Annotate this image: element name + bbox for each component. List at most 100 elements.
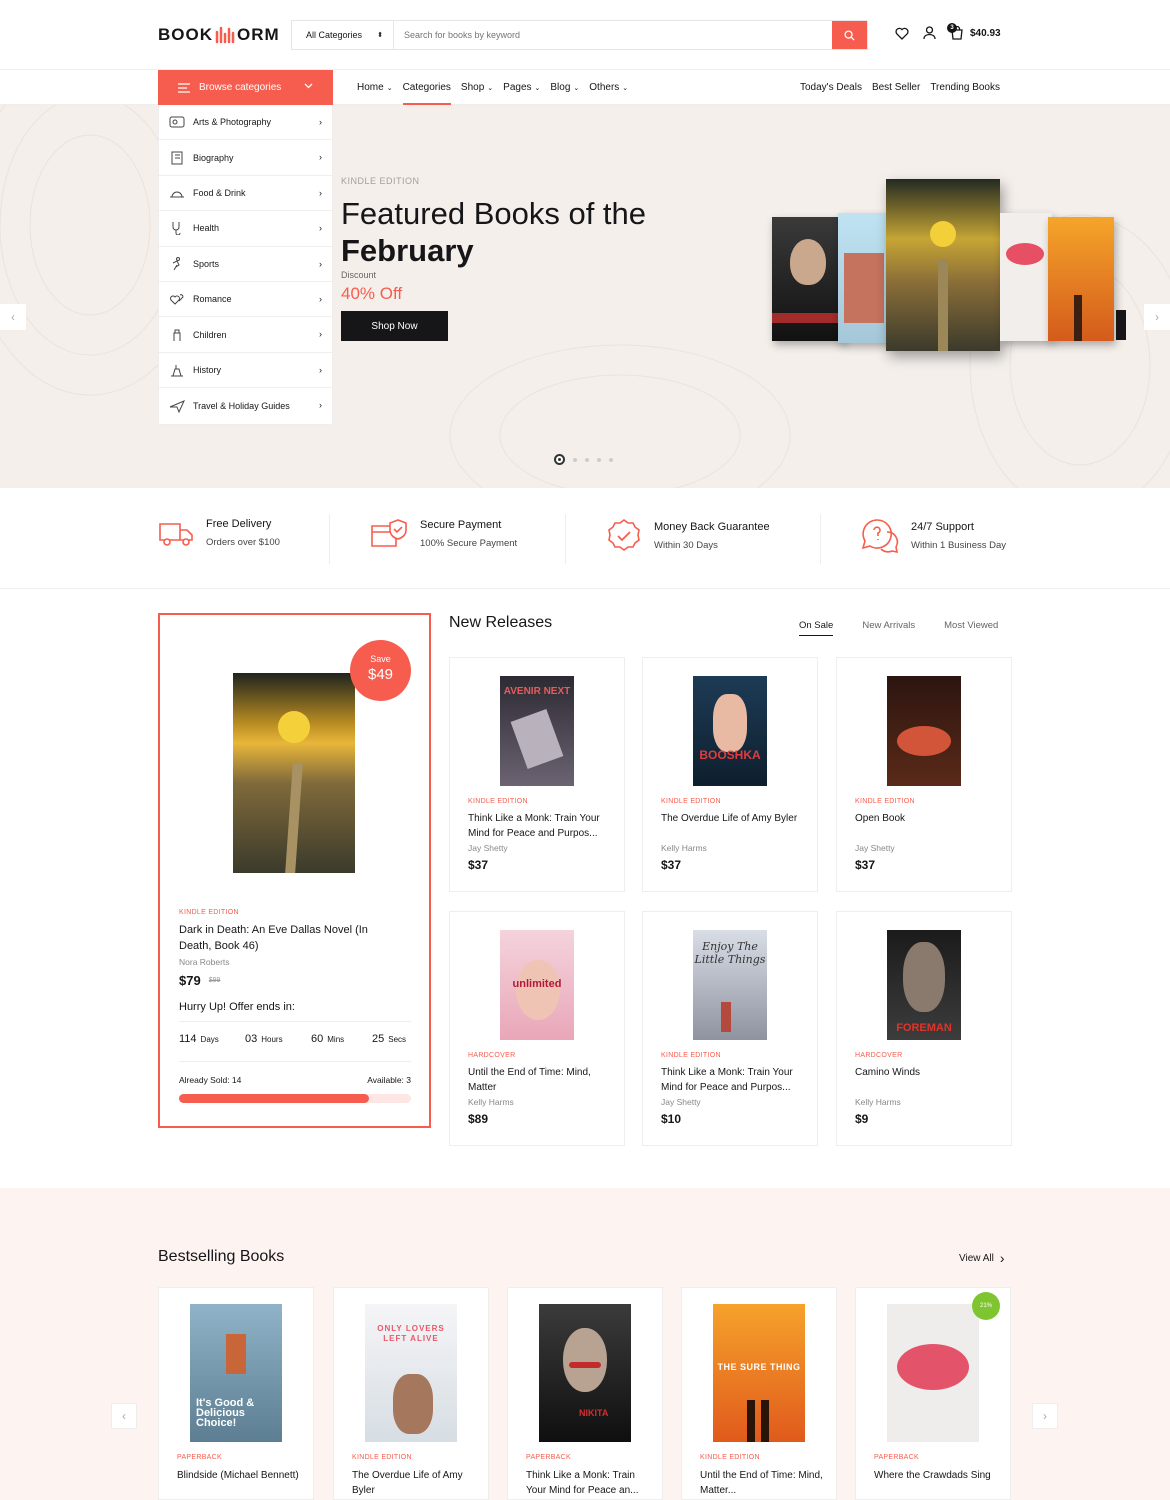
category-item-history[interactable]: History › [159,353,332,389]
hero-title-line2: February [341,233,474,268]
cart[interactable]: 3 $40.93 [947,23,1001,40]
product-card[interactable]: KINDLE EDITION Open Book Jay Shetty $37 [836,657,1012,892]
product-card[interactable]: AVENIR NEXT KINDLE EDITION Think Like a … [449,657,625,892]
feature-subtitle: Within 1 Business Day [911,540,1007,551]
category-item-sports[interactable]: Sports › [159,247,332,282]
user-account-icon[interactable] [923,26,936,40]
countdown-secs: 25 Secs [372,1033,406,1045]
nav-link-trending-books[interactable]: Trending Books [930,82,1000,93]
nav-item-home[interactable]: Home ⌄ [357,82,393,93]
product-author[interactable]: Jay Shetty [661,1097,701,1107]
product-author[interactable]: Jay Shetty [855,843,895,853]
book-cover[interactable]: ONLY LOVERS LEFT ALIVE [365,1304,457,1442]
product-author[interactable]: Jay Shetty [468,843,508,853]
category-item-arts[interactable]: Arts & Photography › [159,105,332,141]
tab-most-viewed[interactable]: Most Viewed [944,620,998,636]
product-card[interactable]: Enjoy The Little Things KINDLE EDITION T… [642,911,818,1146]
deal-format: KINDLE EDITION [179,909,239,916]
product-card[interactable]: FOREMAN HARDCOVER Camino Winds Kelly Har… [836,911,1012,1146]
bestseller-card[interactable]: 21% PAPERBACK Where the Crawdads Sing [855,1287,1011,1500]
product-title[interactable]: The Overdue Life of Amy Byler [661,811,803,826]
health-icon [172,222,181,236]
deal-of-the-day-card[interactable]: Save $49 KINDLE EDITION Dark in Death: A… [158,613,431,1128]
product-title[interactable]: Until the End of Time: Mind, Matter... [700,1468,824,1498]
slider-dot[interactable] [573,457,577,462]
bestseller-card[interactable]: ONLY LOVERS LEFT ALIVE KINDLE EDITION Th… [333,1287,489,1500]
nav-item-others[interactable]: Others ⌄ [589,82,628,93]
view-all-label: View All [959,1252,994,1264]
product-title[interactable]: Where the Crawdads Sing [874,1468,998,1483]
nav-item-pages[interactable]: Pages ⌄ [503,82,540,93]
hero-book-cover-4[interactable] [1000,213,1052,341]
book-cover[interactable]: NIKITA [539,1304,631,1442]
category-item-biography[interactable]: Biography › [159,140,332,176]
browse-categories-button[interactable]: Browse categories [158,70,333,105]
book-cover[interactable]: AVENIR NEXT [500,676,574,786]
hero-book-cover-1[interactable] [772,217,844,341]
deal-book-cover[interactable] [233,673,355,873]
category-item-children[interactable]: Children › [159,317,332,353]
bestselling-next-arrow[interactable]: › [1032,1403,1058,1429]
product-title[interactable]: Open Book [855,811,997,826]
nav-link-todays-deals[interactable]: Today's Deals [800,82,862,93]
hero-prev-arrow[interactable]: ‹ [0,304,26,330]
search-button[interactable] [832,21,867,49]
search-bar: All Categories ⬍ [291,20,868,50]
book-cover[interactable]: FOREMAN [887,930,961,1040]
product-title[interactable]: Until the End of Time: Mind, Matter [468,1065,610,1095]
book-cover[interactable] [887,676,961,786]
logo[interactable]: BOOK ORM [158,25,280,45]
book-cover[interactable]: BOOSHKA [693,676,767,786]
book-cover[interactable] [887,1304,979,1442]
product-card[interactable]: unlimited HARDCOVER Until the End of Tim… [449,911,625,1146]
slider-dot-active[interactable] [554,454,565,465]
category-item-romance[interactable]: Romance › [159,282,332,318]
product-price: $9 [855,1112,869,1126]
product-author[interactable]: Kelly Harms [661,843,707,853]
wishlist-heart-icon[interactable] [895,27,909,40]
search-input[interactable] [394,21,832,49]
tab-new-arrivals[interactable]: New Arrivals [862,620,915,636]
hero-book-cover-5[interactable] [1048,217,1114,341]
nav-link-best-seller[interactable]: Best Seller [872,82,920,93]
book-cover[interactable]: Enjoy The Little Things [693,930,767,1040]
category-select[interactable]: All Categories ⬍ [292,21,394,49]
product-card[interactable]: BOOSHKA KINDLE EDITION The Overdue Life … [642,657,818,892]
slider-dot[interactable] [597,457,601,462]
nav-item-categories[interactable]: Categories [402,82,452,105]
product-title[interactable]: Think Like a Monk: Train Your Mind for P… [468,811,610,841]
bestseller-card[interactable]: It's Good & Delicious Choice! PAPERBACK … [158,1287,314,1500]
shop-now-button[interactable]: Shop Now [341,311,448,341]
category-item-food[interactable]: Food & Drink › [159,176,332,212]
product-title[interactable]: The Overdue Life of Amy Byler [352,1468,476,1498]
product-author[interactable]: Kelly Harms [855,1097,901,1107]
nav-item-blog[interactable]: Blog ⌄ [550,82,579,93]
tab-on-sale[interactable]: On Sale [799,620,834,636]
book-cover[interactable]: unlimited [500,930,574,1040]
category-item-travel[interactable]: Travel & Holiday Guides › [159,388,332,423]
category-label: History [193,364,222,375]
deal-author[interactable]: Nora Roberts [179,957,230,967]
nav-item-shop[interactable]: Shop ⌄ [461,82,493,93]
book-cover[interactable]: It's Good & Delicious Choice! [190,1304,282,1442]
category-sidebar: Arts & Photography › Biography › Food & Dr… [158,105,333,425]
hero-title-line1: Featured Books of the [341,196,647,231]
product-title[interactable]: Blindside (Michael Bennett) [177,1468,301,1483]
book-cover[interactable]: THE SURE THING [713,1304,805,1442]
product-title[interactable]: Think Like a Monk: Train Your Mind for P… [526,1468,650,1498]
bestselling-prev-arrow[interactable]: ‹ [111,1403,137,1429]
product-format: KINDLE EDITION [661,1052,721,1059]
view-all-link[interactable]: View All › [959,1250,1005,1266]
hero-book-cover-3[interactable] [886,179,1000,351]
category-item-health[interactable]: Health › [159,211,332,247]
slider-dot[interactable] [609,457,613,462]
hero-next-arrow[interactable]: › [1144,304,1170,330]
deal-title[interactable]: Dark in Death: An Eve Dallas Novel (In D… [179,922,399,954]
product-author[interactable]: Kelly Harms [468,1097,514,1107]
product-title[interactable]: Think Like a Monk: Train Your Mind for P… [661,1065,803,1095]
save-badge-amount: $49 [367,666,394,683]
bestseller-card[interactable]: NIKITA PAPERBACK Think Like a Monk: Trai… [507,1287,663,1500]
slider-dot[interactable] [585,457,589,462]
bestseller-card[interactable]: THE SURE THING KINDLE EDITION Until the … [681,1287,837,1500]
product-title[interactable]: Camino Winds [855,1065,997,1080]
